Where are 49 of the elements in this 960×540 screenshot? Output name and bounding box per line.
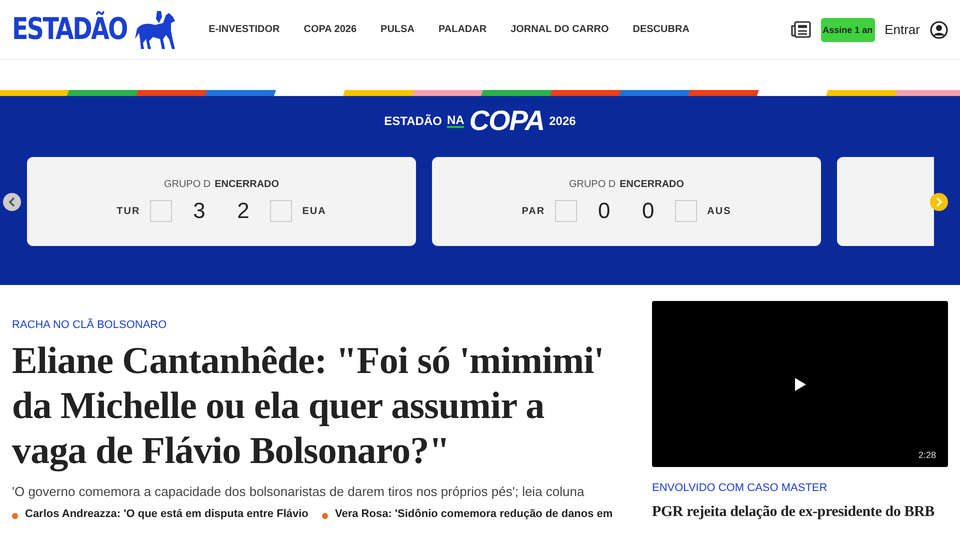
login-link[interactable]: Entrar — [884, 22, 920, 37]
newspaper-icon[interactable] — [790, 21, 811, 38]
logo-wordmark[interactable]: ESTADÃO — [12, 12, 127, 47]
section-kicker[interactable]: RACHA NO CLÃ BOLSONARO — [12, 319, 620, 331]
score: 3 — [192, 198, 206, 224]
nav-link[interactable]: E-INVESTIDOR — [208, 24, 280, 35]
copa-prefix: ESTADÃO — [384, 114, 442, 128]
team-code: AUS — [707, 206, 732, 216]
bullet-icon — [322, 513, 328, 519]
flag-placeholder — [150, 200, 172, 222]
related-link[interactable]: Vera Rosa: 'Sidônio comemora redução de danos em — [335, 508, 613, 520]
nav-link[interactable]: PALADAR — [438, 24, 487, 35]
copa-title: COPA — [469, 105, 544, 137]
subscribe-button[interactable]: Assine 1 an — [820, 18, 875, 42]
team-code: TUR — [116, 206, 140, 216]
chevron-right-icon — [935, 197, 943, 207]
team-code: EUA — [302, 206, 326, 216]
related-link[interactable]: Carlos Andreazza: 'O que está em disputa entre Flávio — [25, 508, 308, 520]
match-card[interactable]: GRUPO D ENCERRADO PAR 0 0 AUS — [432, 157, 821, 246]
nav-link[interactable]: JORNAL DO CARRO — [510, 24, 609, 35]
group-label: GRUPO D — [164, 179, 211, 190]
section-kicker[interactable]: ENVOLVIDO COM CASO MASTER — [652, 482, 948, 494]
chevron-left-icon — [8, 197, 16, 207]
team-code: PAR — [522, 206, 546, 216]
carousel-next-button[interactable] — [930, 193, 948, 211]
subtitle: 'O governo comemora a capacidade dos bolsonaristas de darem tiros nos próprios pés'; leia coluna — [12, 484, 586, 499]
bullet-icon — [12, 513, 18, 519]
copa-na: NA — [446, 114, 464, 128]
nav-link[interactable]: PULSA — [380, 24, 414, 35]
copa-year: 2026 — [549, 114, 576, 128]
match-status: ENCERRADO — [620, 179, 684, 190]
carousel-prev-button[interactable] — [3, 193, 21, 211]
headline[interactable]: Eliane Cantanhêde: "Foi só 'mimimi' da Michelle ou ela quer assumir a vaga de Flávio Bolsonaro?" — [12, 339, 610, 474]
nav-link[interactable]: DESCUBRA — [632, 24, 690, 35]
match-status: ENCERRADO — [214, 179, 280, 190]
video-player[interactable]: 2:28 — [652, 301, 948, 467]
flag-placeholder — [555, 200, 578, 222]
nav-link[interactable]: COPA 2026 — [304, 24, 357, 35]
flag-placeholder — [675, 200, 698, 222]
score: 0 — [641, 198, 656, 224]
score: 0 — [597, 198, 612, 224]
group-label: GRUPO D — [568, 179, 616, 190]
video-duration: 2:28 — [918, 450, 936, 460]
score: 2 — [236, 198, 250, 224]
flag-placeholder — [270, 200, 292, 222]
user-icon[interactable] — [930, 20, 948, 38]
headline[interactable]: PGR rejeita delação de ex-presidente do BRB — [652, 504, 934, 521]
play-icon[interactable] — [794, 378, 806, 390]
match-card[interactable]: GRUPO D ENCERRADO TUR 3 2 EUA — [27, 157, 416, 246]
